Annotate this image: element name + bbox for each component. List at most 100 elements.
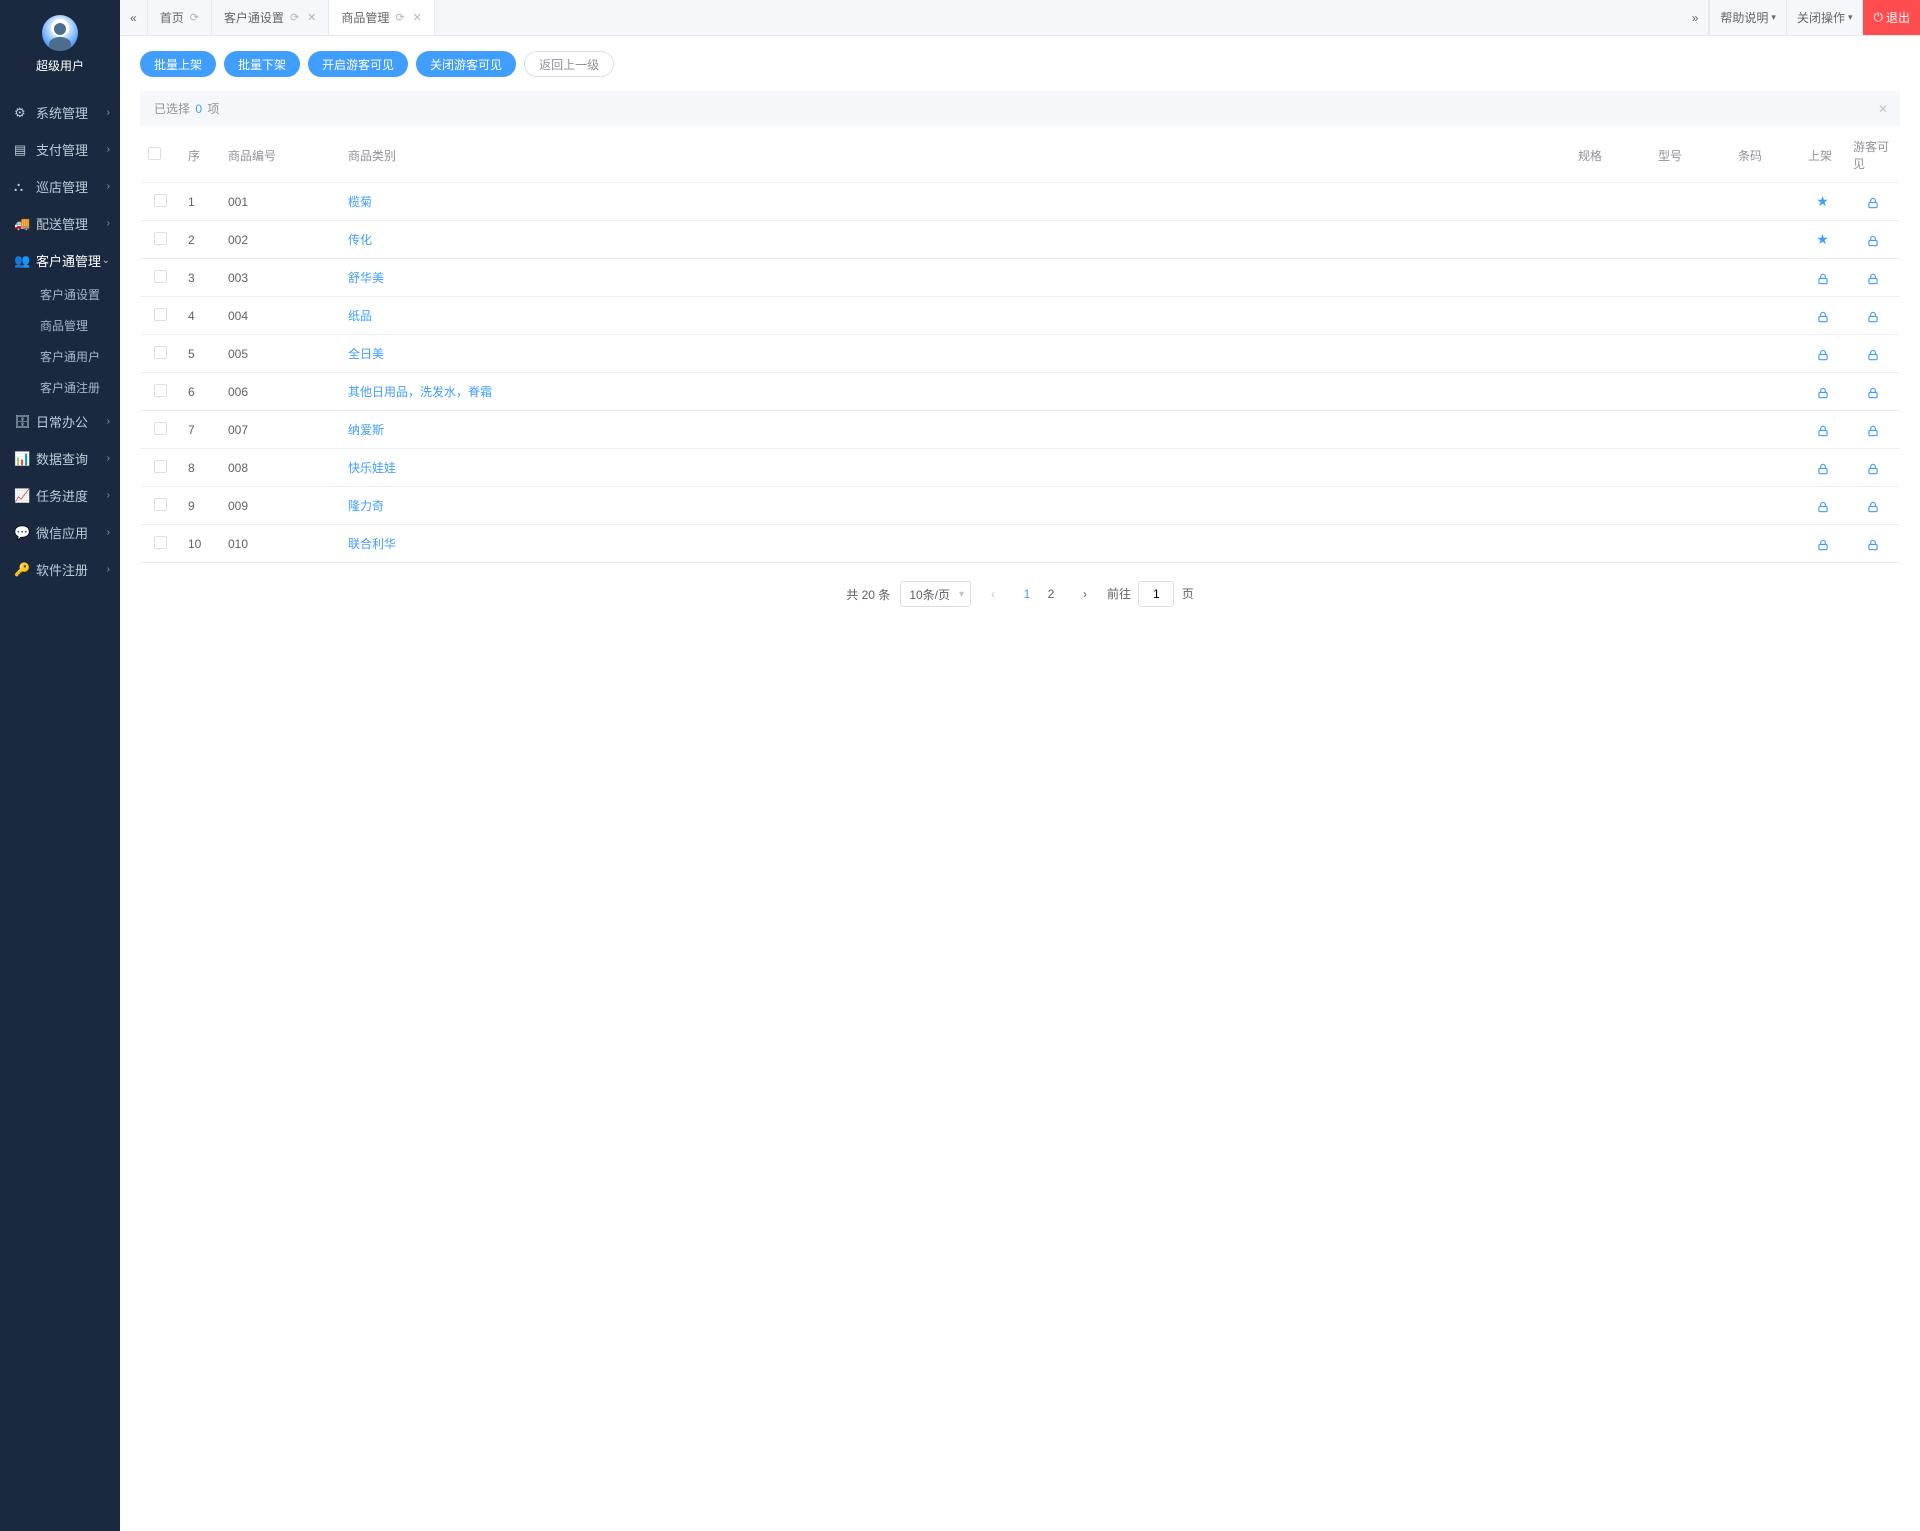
guest-off-button[interactable]: 关闭游客可见: [416, 51, 516, 77]
category-link[interactable]: 舒华美: [348, 271, 384, 285]
page-number-2[interactable]: 2: [1039, 581, 1063, 607]
prev-page-button[interactable]: ‹: [981, 581, 1005, 607]
table-row: 10010联合利华: [140, 525, 1900, 563]
back-button[interactable]: 返回上一级: [524, 51, 614, 77]
select-all-checkbox[interactable]: [148, 147, 161, 160]
sidebar-subitem-4-3[interactable]: 客户通注册: [0, 372, 120, 403]
row-checkbox[interactable]: [154, 460, 167, 473]
category-link[interactable]: 榄菊: [348, 195, 372, 209]
lock-icon[interactable]: [1816, 345, 1830, 361]
jump-input[interactable]: [1138, 581, 1174, 607]
cell-model: [1650, 183, 1730, 221]
sidebar-subitem-4-0[interactable]: 客户通设置: [0, 279, 120, 310]
tabs-scroll-right[interactable]: »: [1682, 0, 1710, 35]
lock-icon[interactable]: [1866, 459, 1880, 475]
category-link[interactable]: 其他日用品，洗发水，脊霜: [348, 385, 492, 399]
category-link[interactable]: 纸品: [348, 309, 372, 323]
close-ops-menu[interactable]: 关闭操作 ▾: [1786, 0, 1863, 35]
sidebar-item-2[interactable]: ⛬巡店管理›: [0, 168, 120, 205]
lock-icon[interactable]: [1816, 535, 1830, 551]
cell-barcode: [1730, 525, 1800, 563]
sidebar-item-0[interactable]: ⚙系统管理›: [0, 94, 120, 131]
star-icon[interactable]: ★: [1816, 193, 1829, 209]
bulk-off-button[interactable]: 批量下架: [224, 51, 300, 77]
table-row: 1001榄菊★: [140, 183, 1900, 221]
lock-icon[interactable]: [1816, 459, 1830, 475]
lock-icon[interactable]: [1816, 383, 1830, 399]
bulk-on-button[interactable]: 批量上架: [140, 51, 216, 77]
lock-icon[interactable]: [1816, 269, 1830, 285]
menu-label: 客户通管理: [36, 251, 102, 270]
category-link[interactable]: 全日美: [348, 347, 384, 361]
topbar: « 首页⟳客户通设置⟳✕商品管理⟳✕ » 帮助说明 ▾ 关闭操作 ▾ ⏻ 退出: [120, 0, 1920, 36]
category-link[interactable]: 快乐娃娃: [348, 461, 396, 475]
lock-icon[interactable]: [1866, 535, 1880, 551]
caret-down-icon: ▾: [1771, 12, 1776, 23]
cell-spec: [1570, 525, 1650, 563]
lock-icon[interactable]: [1866, 383, 1880, 399]
page-size-select[interactable]: 10条/页: [900, 581, 971, 607]
lock-icon[interactable]: [1866, 269, 1880, 285]
cell-code: 010: [220, 525, 340, 563]
sidebar-item-9[interactable]: 🔑软件注册›: [0, 551, 120, 588]
lock-icon[interactable]: [1816, 307, 1830, 323]
close-icon[interactable]: ✕: [307, 11, 316, 24]
chevron-right-icon: ›: [107, 416, 110, 427]
sidebar-item-6[interactable]: 📊数据查询›: [0, 440, 120, 477]
category-link[interactable]: 纳爱斯: [348, 423, 384, 437]
sidebar-subitem-4-2[interactable]: 客户通用户: [0, 341, 120, 372]
tabs-scroll-left[interactable]: «: [120, 0, 148, 35]
menu-icon: 📊: [14, 451, 30, 467]
help-menu[interactable]: 帮助说明 ▾: [1709, 0, 1786, 35]
lock-icon[interactable]: [1866, 307, 1880, 323]
next-page-button[interactable]: ›: [1073, 581, 1097, 607]
row-checkbox[interactable]: [154, 384, 167, 397]
category-link[interactable]: 联合利华: [348, 537, 396, 551]
row-checkbox[interactable]: [154, 194, 167, 207]
sidebar-item-5[interactable]: 🗄日常办公›: [0, 403, 120, 440]
col-spec: 规格: [1570, 128, 1650, 183]
row-checkbox[interactable]: [154, 270, 167, 283]
page-number-1[interactable]: 1: [1015, 581, 1039, 607]
sidebar-item-7[interactable]: 📈任务进度›: [0, 477, 120, 514]
lock-icon[interactable]: [1866, 497, 1880, 513]
lock-icon[interactable]: [1816, 421, 1830, 437]
lock-icon[interactable]: [1866, 345, 1880, 361]
sidebar-item-1[interactable]: ▤支付管理›: [0, 131, 120, 168]
row-checkbox[interactable]: [154, 308, 167, 321]
refresh-icon[interactable]: ⟳: [190, 11, 199, 24]
sidebar-item-4[interactable]: 👥客户通管理⌄: [0, 242, 120, 279]
col-code: 商品编号: [220, 128, 340, 183]
close-ops-label: 关闭操作: [1797, 9, 1845, 26]
row-checkbox[interactable]: [154, 498, 167, 511]
lock-icon[interactable]: [1866, 421, 1880, 437]
row-checkbox[interactable]: [154, 422, 167, 435]
chevron-right-icon: ›: [1083, 587, 1087, 601]
lock-icon[interactable]: [1866, 193, 1880, 209]
tab-1[interactable]: 客户通设置⟳✕: [212, 0, 329, 35]
sidebar-subitem-4-1[interactable]: 商品管理: [0, 310, 120, 341]
lock-icon[interactable]: [1866, 231, 1880, 247]
tab-strip: 首页⟳客户通设置⟳✕商品管理⟳✕: [148, 0, 435, 35]
tab-0[interactable]: 首页⟳: [148, 0, 212, 35]
row-checkbox[interactable]: [154, 346, 167, 359]
star-icon[interactable]: ★: [1816, 231, 1829, 247]
guest-on-button[interactable]: 开启游客可见: [308, 51, 408, 77]
category-link[interactable]: 隆力奇: [348, 499, 384, 513]
category-link[interactable]: 传化: [348, 233, 372, 247]
sidebar-item-8[interactable]: 💬微信应用›: [0, 514, 120, 551]
lock-icon[interactable]: [1816, 497, 1830, 513]
col-model: 型号: [1650, 128, 1730, 183]
exit-button[interactable]: ⏻ 退出: [1862, 0, 1920, 35]
cell-barcode: [1730, 449, 1800, 487]
tab-label: 商品管理: [341, 9, 389, 26]
close-icon[interactable]: ✕: [1878, 102, 1888, 116]
row-checkbox[interactable]: [154, 232, 167, 245]
cell-seq: 2: [180, 221, 220, 259]
row-checkbox[interactable]: [154, 536, 167, 549]
sidebar-item-3[interactable]: 🚚配送管理›: [0, 205, 120, 242]
close-icon[interactable]: ✕: [413, 11, 422, 24]
tab-2[interactable]: 商品管理 ⟳ ✕: [329, 0, 434, 35]
refresh-icon[interactable]: ⟳: [395, 11, 404, 24]
refresh-icon[interactable]: ⟳: [290, 11, 299, 24]
